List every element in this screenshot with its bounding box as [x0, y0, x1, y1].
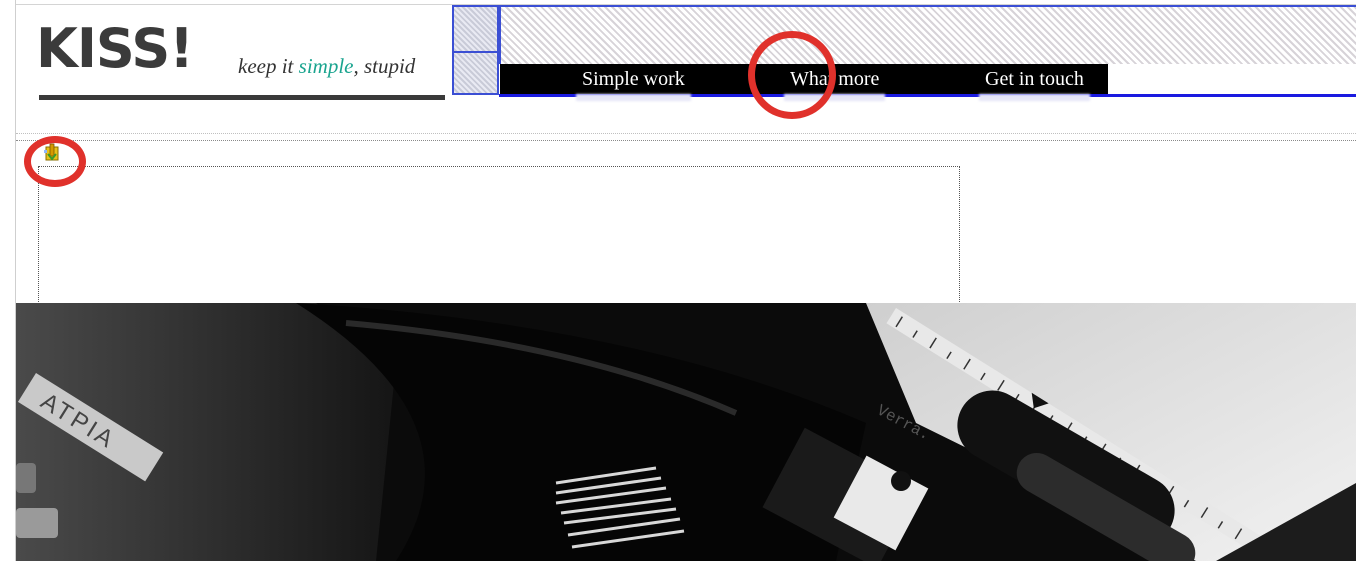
layout-guide-columns: [452, 5, 499, 95]
layout-guide-bar: [499, 5, 1356, 64]
nav-item-label: Get in touch: [985, 68, 1084, 90]
logo-underline: [39, 95, 445, 100]
nav-item-label: Simple work: [582, 68, 685, 90]
annotation-circle-nav: [748, 31, 836, 119]
typewriter-photo: ATPIA Verra.: [16, 303, 1356, 561]
nav-item-simple-work[interactable]: Simple work: [576, 68, 691, 101]
section-guide-top: [16, 133, 1356, 134]
site-logo[interactable]: KISS!: [36, 22, 194, 76]
nav-item-get-in-touch[interactable]: Get in touch: [979, 68, 1090, 101]
tagline-start: keep it: [238, 54, 299, 78]
section-guide-bottom: [16, 140, 1356, 141]
tagline-end: , stupid: [353, 54, 416, 78]
tagline-accent: simple: [298, 54, 354, 78]
site-tagline: keep it simple, stupid: [238, 54, 415, 79]
nav-item-highlight: [979, 94, 1090, 101]
layout-guide-split: [454, 51, 497, 53]
hero-image: ATPIA Verra.: [16, 303, 1356, 561]
nav-item-highlight: [576, 94, 691, 101]
annotation-circle-anchor: [24, 136, 86, 187]
